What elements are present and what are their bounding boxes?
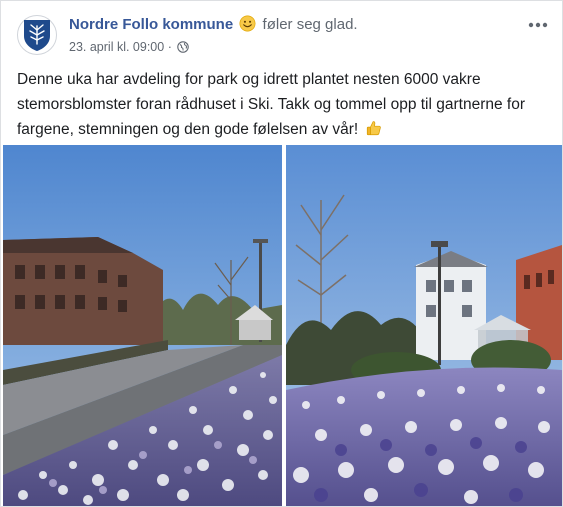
post-meta: Nordre Follo kommune føler seg glad. 23.… xyxy=(69,15,510,56)
post-subline: 23. april kl. 09:00 · xyxy=(69,38,510,56)
post-date[interactable]: 23. april kl. 09:00 xyxy=(69,40,164,54)
author-name[interactable]: Nordre Follo kommune xyxy=(69,16,233,33)
photo-town-hall-walkway[interactable] xyxy=(3,145,282,506)
feeling-text: føler seg glad. xyxy=(262,16,358,33)
more-dots-icon xyxy=(528,22,548,28)
smiley-emoji-icon xyxy=(239,15,256,32)
post-body: Denne uka har avdeling for park og idret… xyxy=(17,67,542,142)
page-avatar[interactable] xyxy=(17,15,57,55)
facebook-post: Nordre Follo kommune føler seg glad. 23.… xyxy=(0,0,563,507)
thumbs-up-emoji-icon xyxy=(366,121,381,136)
meta-separator: · xyxy=(167,40,172,54)
more-options-button[interactable] xyxy=(526,15,550,35)
photo-grid xyxy=(3,145,562,506)
photo-pansies-closeup[interactable] xyxy=(286,145,562,506)
author-line: Nordre Follo kommune føler seg glad. xyxy=(69,15,510,35)
globe-icon[interactable] xyxy=(177,41,190,53)
municipality-logo xyxy=(24,20,50,51)
post-header: Nordre Follo kommune føler seg glad. 23.… xyxy=(17,13,550,57)
post-body-text: Denne uka har avdeling for park og idret… xyxy=(17,71,525,138)
